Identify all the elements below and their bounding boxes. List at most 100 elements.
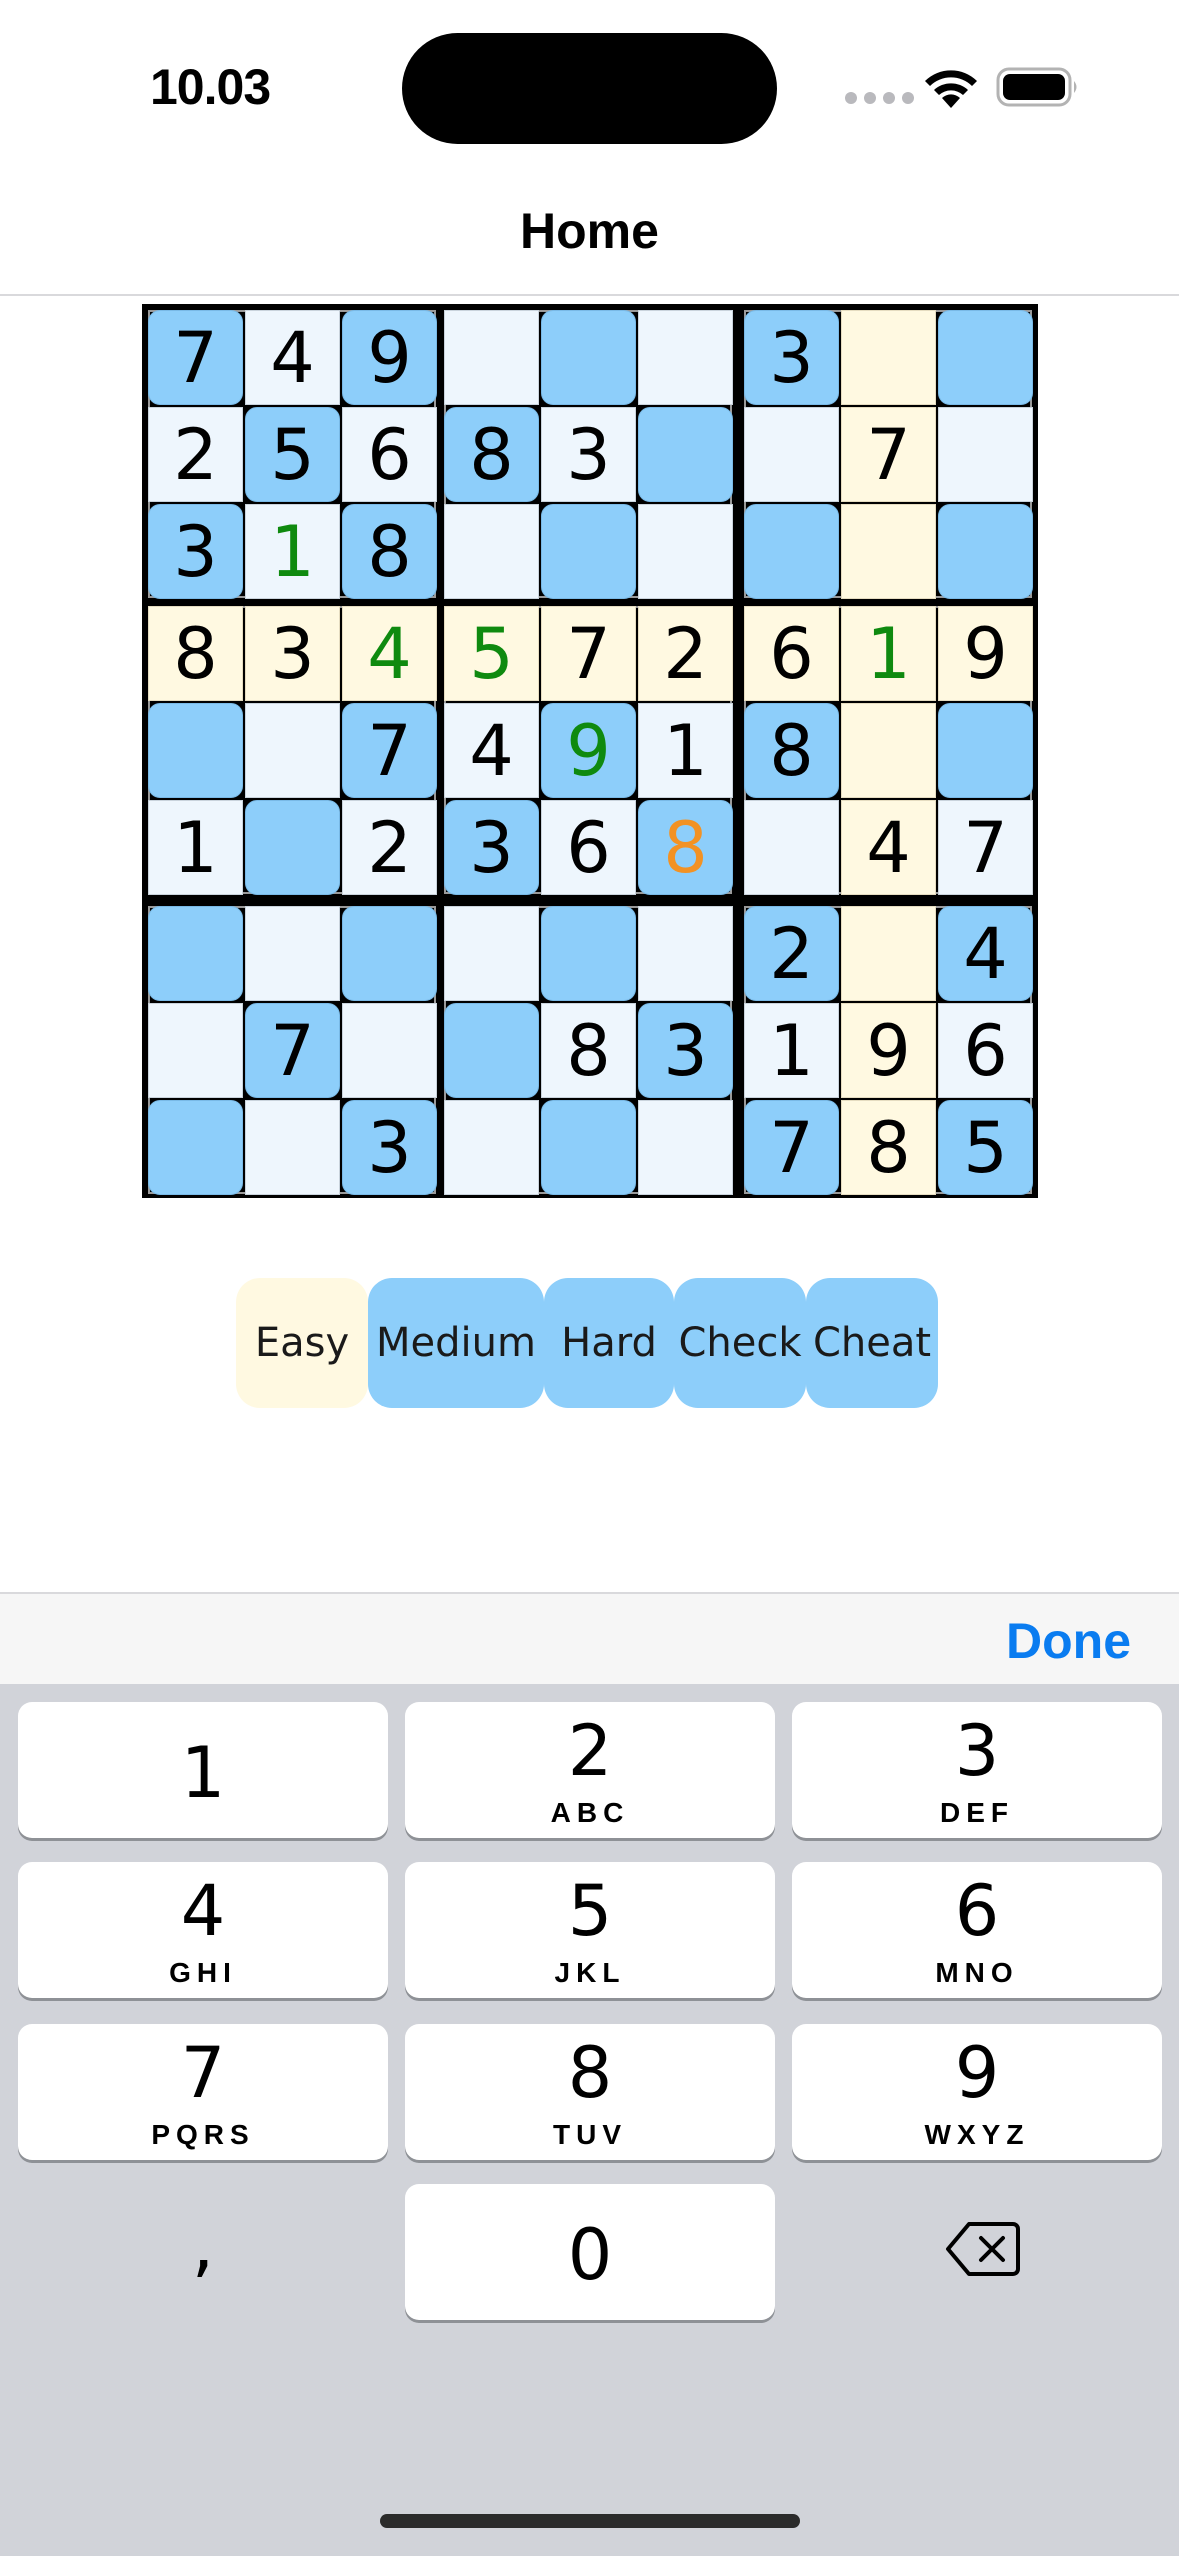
sudoku-cell[interactable] bbox=[342, 906, 437, 1001]
key-8[interactable]: 8 TUV bbox=[405, 2024, 775, 2160]
sudoku-cell[interactable]: 7 bbox=[342, 703, 437, 798]
sudoku-cell[interactable] bbox=[541, 906, 636, 1001]
sudoku-cell[interactable] bbox=[444, 906, 539, 1001]
sudoku-cell[interactable]: 6 bbox=[938, 1003, 1033, 1098]
sudoku-cell[interactable]: 2 bbox=[638, 606, 733, 701]
sudoku-cell[interactable]: 8 bbox=[744, 703, 839, 798]
sudoku-cell[interactable] bbox=[938, 407, 1033, 502]
sudoku-cell[interactable]: 8 bbox=[841, 1100, 936, 1195]
delete-left-icon[interactable] bbox=[945, 2220, 1021, 2278]
comma-key[interactable]: , bbox=[18, 2184, 388, 2320]
sudoku-cell[interactable]: 6 bbox=[342, 407, 437, 502]
sudoku-cell[interactable] bbox=[638, 906, 733, 1001]
sudoku-cell[interactable] bbox=[148, 1100, 243, 1195]
hard-button[interactable]: Hard bbox=[544, 1278, 674, 1408]
sudoku-cell[interactable] bbox=[841, 703, 936, 798]
sudoku-cell[interactable]: 4 bbox=[342, 606, 437, 701]
sudoku-cell[interactable] bbox=[541, 1100, 636, 1195]
sudoku-cell[interactable] bbox=[148, 1003, 243, 1098]
sudoku-cell[interactable]: 3 bbox=[541, 407, 636, 502]
sudoku-cell[interactable] bbox=[444, 1003, 539, 1098]
sudoku-cell[interactable]: 8 bbox=[638, 800, 733, 895]
sudoku-cell[interactable] bbox=[638, 1100, 733, 1195]
key-7[interactable]: 7 PQRS bbox=[18, 2024, 388, 2160]
sudoku-cell[interactable]: 7 bbox=[245, 1003, 340, 1098]
key-6[interactable]: 6 MNO bbox=[792, 1862, 1162, 1998]
sudoku-cell[interactable]: 9 bbox=[342, 310, 437, 405]
sudoku-cell[interactable]: 4 bbox=[245, 310, 340, 405]
sudoku-cell[interactable] bbox=[148, 906, 243, 1001]
sudoku-cell[interactable]: 1 bbox=[148, 800, 243, 895]
key-2[interactable]: 2 ABC bbox=[405, 1702, 775, 1838]
sudoku-cell[interactable] bbox=[744, 504, 839, 599]
sudoku-cell[interactable]: 3 bbox=[638, 1003, 733, 1098]
sudoku-cell[interactable]: 4 bbox=[841, 800, 936, 895]
sudoku-cell[interactable] bbox=[938, 310, 1033, 405]
sudoku-cell[interactable] bbox=[744, 407, 839, 502]
sudoku-cell[interactable]: 3 bbox=[148, 504, 243, 599]
sudoku-cell[interactable] bbox=[744, 800, 839, 895]
cheat-button[interactable]: Cheat bbox=[806, 1278, 938, 1408]
check-button[interactable]: Check bbox=[674, 1278, 806, 1408]
sudoku-cell[interactable]: 1 bbox=[744, 1003, 839, 1098]
sudoku-cell[interactable]: 1 bbox=[245, 504, 340, 599]
sudoku-cell[interactable] bbox=[938, 703, 1033, 798]
sudoku-cell[interactable]: 8 bbox=[541, 1003, 636, 1098]
sudoku-cell[interactable]: 5 bbox=[938, 1100, 1033, 1195]
key-4[interactable]: 4 GHI bbox=[18, 1862, 388, 1998]
key-0[interactable]: 0 bbox=[405, 2184, 775, 2320]
sudoku-cell[interactable]: 8 bbox=[444, 407, 539, 502]
sudoku-cell[interactable]: 5 bbox=[444, 606, 539, 701]
sudoku-cell[interactable]: 1 bbox=[638, 703, 733, 798]
sudoku-cell[interactable]: 4 bbox=[938, 906, 1033, 1001]
sudoku-cell[interactable] bbox=[638, 310, 733, 405]
sudoku-cell[interactable]: 2 bbox=[744, 906, 839, 1001]
sudoku-cell[interactable] bbox=[938, 504, 1033, 599]
sudoku-cell[interactable]: 6 bbox=[541, 800, 636, 895]
sudoku-cell[interactable]: 4 bbox=[444, 703, 539, 798]
sudoku-cell[interactable] bbox=[444, 504, 539, 599]
sudoku-cell[interactable] bbox=[342, 1003, 437, 1098]
sudoku-cell[interactable]: 3 bbox=[744, 310, 839, 405]
home-indicator[interactable] bbox=[380, 2514, 800, 2528]
sudoku-cell[interactable] bbox=[638, 504, 733, 599]
sudoku-cell[interactable]: 6 bbox=[744, 606, 839, 701]
sudoku-cell[interactable] bbox=[841, 310, 936, 405]
sudoku-cell[interactable] bbox=[541, 310, 636, 405]
sudoku-cell[interactable]: 9 bbox=[938, 606, 1033, 701]
medium-button[interactable]: Medium bbox=[368, 1278, 544, 1408]
sudoku-cell[interactable] bbox=[148, 703, 243, 798]
easy-button[interactable]: Easy bbox=[236, 1278, 368, 1408]
sudoku-cell[interactable]: 2 bbox=[342, 800, 437, 895]
done-button[interactable]: Done bbox=[1006, 1612, 1131, 1670]
sudoku-cell[interactable]: 7 bbox=[148, 310, 243, 405]
sudoku-cell[interactable]: 2 bbox=[148, 407, 243, 502]
sudoku-cell[interactable] bbox=[841, 906, 936, 1001]
sudoku-cell[interactable]: 3 bbox=[444, 800, 539, 895]
sudoku-cell[interactable]: 9 bbox=[841, 1003, 936, 1098]
key-5[interactable]: 5 JKL bbox=[405, 1862, 775, 1998]
sudoku-cell[interactable] bbox=[841, 504, 936, 599]
sudoku-cell[interactable]: 8 bbox=[342, 504, 437, 599]
sudoku-cell[interactable]: 3 bbox=[245, 606, 340, 701]
sudoku-cell[interactable] bbox=[444, 310, 539, 405]
sudoku-cell[interactable]: 3 bbox=[342, 1100, 437, 1195]
sudoku-cell[interactable] bbox=[444, 1100, 539, 1195]
sudoku-cell[interactable] bbox=[245, 703, 340, 798]
key-9[interactable]: 9 WXYZ bbox=[792, 2024, 1162, 2160]
sudoku-cell[interactable]: 9 bbox=[541, 703, 636, 798]
sudoku-cell[interactable]: 7 bbox=[541, 606, 636, 701]
sudoku-cell[interactable] bbox=[541, 504, 636, 599]
sudoku-cell[interactable]: 1 bbox=[841, 606, 936, 701]
key-3[interactable]: 3 DEF bbox=[792, 1702, 1162, 1838]
sudoku-cell[interactable] bbox=[245, 1100, 340, 1195]
sudoku-cell[interactable]: 7 bbox=[744, 1100, 839, 1195]
sudoku-cell[interactable] bbox=[245, 906, 340, 1001]
sudoku-cell[interactable]: 5 bbox=[245, 407, 340, 502]
sudoku-cell[interactable]: 7 bbox=[938, 800, 1033, 895]
sudoku-cell[interactable]: 7 bbox=[841, 407, 936, 502]
sudoku-cell[interactable] bbox=[245, 800, 340, 895]
key-1[interactable]: 1 bbox=[18, 1702, 388, 1838]
sudoku-cell[interactable] bbox=[638, 407, 733, 502]
sudoku-cell[interactable]: 8 bbox=[148, 606, 243, 701]
